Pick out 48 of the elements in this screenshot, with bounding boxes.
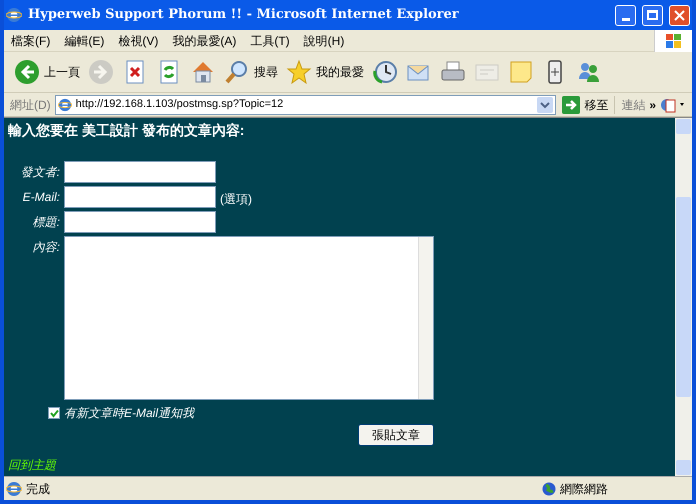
toolbar-button[interactable]: 我的最愛 bbox=[284, 59, 366, 85]
toolbar-button[interactable]: 上一頁 bbox=[12, 59, 82, 85]
optional-note: (選項) bbox=[220, 191, 252, 208]
menu-item[interactable]: 編輯(E) bbox=[57, 32, 112, 50]
address-field[interactable]: http://192.168.1.103/postmsg.sp?Topic=12 bbox=[54, 94, 556, 114]
field-label: 內容: bbox=[32, 239, 60, 256]
menu-item[interactable]: 說明(H) bbox=[296, 32, 352, 50]
close-button[interactable] bbox=[669, 4, 690, 26]
text-field[interactable] bbox=[64, 211, 216, 233]
notify-checkbox[interactable] bbox=[48, 407, 60, 419]
globe-icon bbox=[542, 482, 556, 496]
scrollbar[interactable] bbox=[418, 237, 433, 399]
close-icon bbox=[674, 10, 685, 20]
star-icon bbox=[286, 59, 312, 85]
status-text: 完成 bbox=[26, 480, 51, 498]
chevron-button[interactable]: » bbox=[649, 96, 656, 114]
menu-item[interactable]: 檢視(V) bbox=[111, 32, 166, 50]
note-icon bbox=[508, 59, 534, 85]
toolbar-icon-button[interactable] bbox=[370, 59, 400, 85]
scroll-thumb[interactable] bbox=[676, 197, 691, 397]
address-label: 網址(D) bbox=[10, 96, 51, 114]
zone-text: 網際網路 bbox=[560, 480, 609, 498]
go-button[interactable]: 移至 bbox=[560, 96, 610, 114]
menu-item[interactable]: 檔案(F) bbox=[4, 32, 58, 50]
window-title: Hyperweb Support Phorum !! - Microsoft Internet Explorer bbox=[28, 6, 460, 24]
search-icon bbox=[224, 59, 250, 85]
browser-e-icon bbox=[6, 480, 22, 496]
browser-e-icon bbox=[6, 7, 22, 23]
minimize-button[interactable] bbox=[615, 4, 636, 26]
maximize-button[interactable] bbox=[642, 4, 663, 26]
menu-item[interactable]: 工具(T) bbox=[243, 32, 297, 50]
menu-item[interactable]: 我的最愛(A) bbox=[165, 32, 244, 50]
links-label[interactable]: 連結 bbox=[614, 96, 646, 114]
page-heading: 輸入您要在 美工設計 發布的文章內容: bbox=[8, 121, 246, 140]
clock-icon bbox=[372, 59, 398, 85]
field-label: 發文者: bbox=[20, 164, 60, 181]
back-to-topic-link[interactable]: 回到主題 bbox=[8, 456, 675, 474]
submit-button[interactable]: 張貼文章 bbox=[358, 424, 434, 446]
field-label: 標題: bbox=[32, 214, 60, 231]
toolbar-button[interactable]: 搜尋 bbox=[222, 59, 280, 85]
vertical-scrollbar[interactable] bbox=[675, 118, 692, 476]
text-field[interactable] bbox=[64, 161, 216, 183]
field-label: E-Mail: bbox=[22, 189, 60, 206]
dropdown-icon[interactable] bbox=[537, 96, 554, 112]
checkmark-icon bbox=[50, 408, 58, 418]
text-field[interactable] bbox=[64, 186, 216, 208]
notify-label: 有新文章時E-Mail通知我 bbox=[64, 405, 194, 422]
browser-e-icon bbox=[58, 98, 72, 112]
